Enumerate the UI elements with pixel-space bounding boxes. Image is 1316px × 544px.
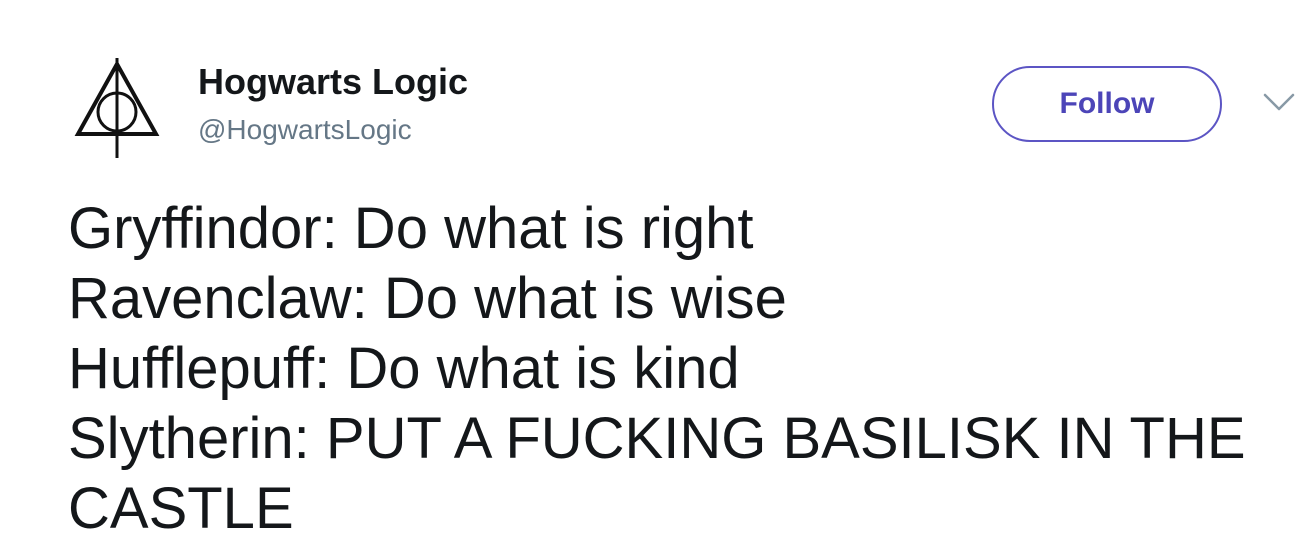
tweet-line-slytherin: Slytherin: PUT A FUCKING BASILISK IN THE bbox=[68, 406, 1246, 471]
tweet-card: Hogwarts Logic @HogwartsLogic Follow Gry… bbox=[0, 0, 1316, 541]
tweet-line-ravenclaw: Ravenclaw: Do what is wise bbox=[68, 266, 787, 331]
tweet-line-hufflepuff: Hufflepuff: Do what is kind bbox=[68, 336, 740, 401]
deathly-hallows-icon bbox=[74, 58, 160, 158]
tweet-text: Gryffindor: Do what is right Ravenclaw: … bbox=[68, 194, 1308, 544]
chevron-down-icon[interactable] bbox=[1262, 90, 1296, 114]
user-handle[interactable]: @HogwartsLogic bbox=[198, 112, 412, 148]
tweet-line-slytherin-continued: CASTLE bbox=[68, 476, 294, 541]
tweet-line-gryffindor: Gryffindor: Do what is right bbox=[68, 196, 754, 261]
avatar[interactable] bbox=[72, 56, 162, 160]
display-name[interactable]: Hogwarts Logic bbox=[198, 60, 468, 104]
follow-button[interactable]: Follow bbox=[992, 66, 1222, 142]
